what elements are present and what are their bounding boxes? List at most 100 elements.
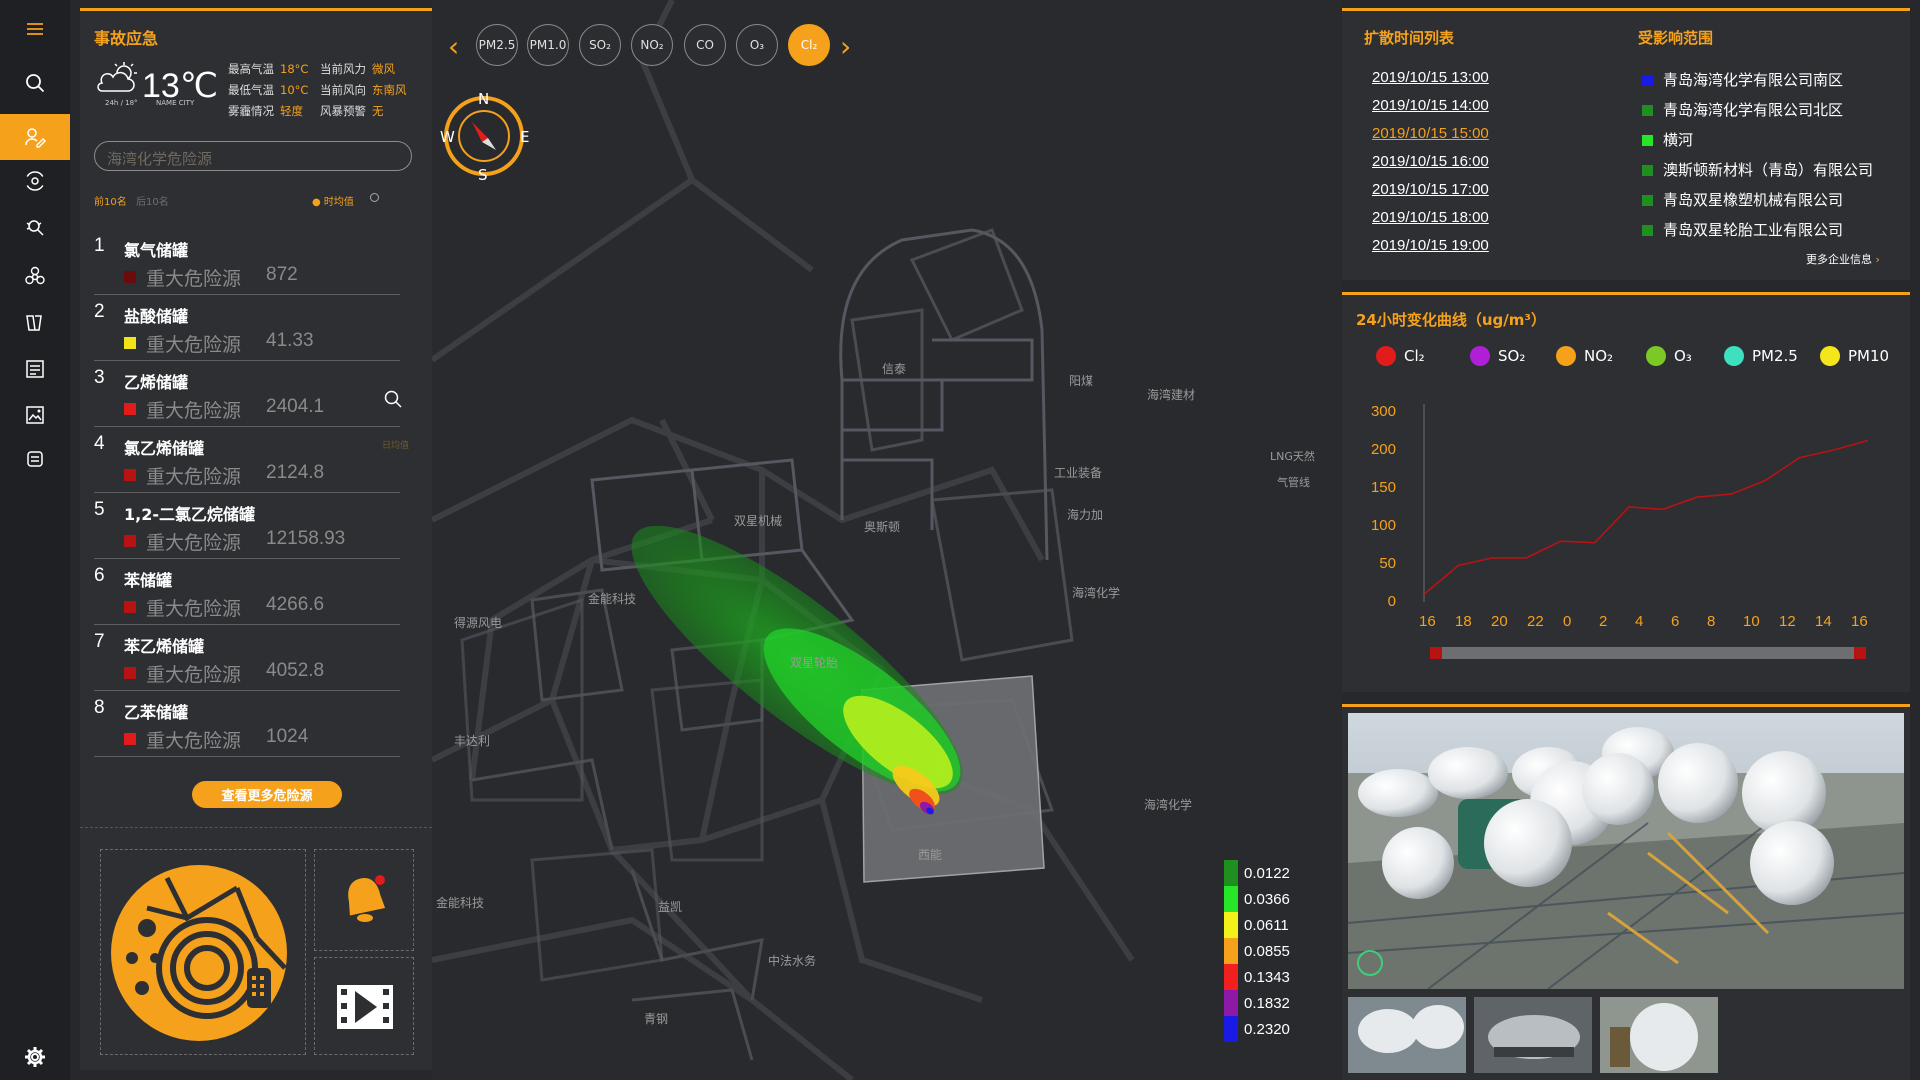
hazard-item[interactable]: 8 乙苯储罐 重大危险源 1024 [94, 691, 400, 757]
affected-company-item[interactable]: 青岛海湾化学有限公司南区 [1642, 69, 1843, 90]
legend-item[interactable]: SO₂ [1470, 346, 1525, 366]
weather-row: 雾霾情况 轻度 [228, 104, 303, 118]
legend-label: NO₂ [1584, 347, 1614, 365]
hazard-value: 2404.1 [266, 396, 325, 417]
slider-handle-right[interactable] [1854, 647, 1866, 659]
map-label: 双星轮胎 [790, 656, 839, 670]
search-icon[interactable] [383, 389, 403, 409]
affected-color-swatch [1642, 195, 1653, 206]
hazard-name: 苯乙烯储罐 [124, 637, 205, 656]
map-view[interactable]: 信泰 阳煤 海湾建材 工业装备 海力加 LNG天然 气管线 双星机械 奥斯顿 金… [432, 0, 1342, 1080]
scale-row: 0.0611 [1224, 912, 1306, 938]
pollutant-chip[interactable]: PM1.0 [527, 24, 569, 66]
hazard-item[interactable]: 7 苯乙烯储罐 重大危险源 4052.8 [94, 625, 400, 691]
affected-company-item[interactable]: 青岛双星轮胎工业有限公司 [1642, 219, 1843, 240]
next-arrow-icon[interactable]: › [840, 30, 851, 63]
legend-item[interactable]: NO₂ [1556, 346, 1613, 366]
list-icon[interactable] [0, 436, 70, 482]
diffusion-time-item[interactable]: 2019/10/15 16:00 [1372, 153, 1489, 170]
radar-scan-icon [111, 865, 287, 1041]
alarm-tool[interactable] [314, 849, 414, 951]
affected-company-item[interactable]: 澳斯顿新材料（青岛）有限公司 [1642, 159, 1873, 180]
slider-handle-left[interactable] [1430, 647, 1442, 659]
search-input[interactable]: 海湾化学危险源 [94, 141, 412, 171]
image-report-icon[interactable] [0, 392, 70, 438]
bell-icon [348, 875, 386, 922]
video-tool[interactable] [314, 957, 414, 1055]
hazard-value: 872 [266, 264, 298, 285]
map-label: 西能 [918, 848, 943, 862]
toggle-hourly[interactable]: ● 时均值 [312, 193, 354, 208]
pollutant-chip[interactable]: O₃ [736, 24, 778, 66]
tab-bottom10[interactable]: 后10名 [136, 193, 169, 208]
more-companies-link[interactable]: 更多企业信息 › [1806, 251, 1880, 267]
search-icon[interactable] [0, 60, 70, 106]
diffusion-time-item[interactable]: 2019/10/15 14:00 [1372, 97, 1489, 114]
diffusion-time-item[interactable]: 2019/10/15 13:00 [1372, 69, 1489, 86]
biohazard-icon[interactable] [0, 254, 70, 300]
radiation-icon[interactable] [0, 158, 70, 204]
hazard-category: 重大危险源 [146, 730, 242, 752]
camera-thumb[interactable] [1348, 997, 1466, 1073]
pollutant-chip[interactable]: SO₂ [579, 24, 621, 66]
diffusion-time-item[interactable]: 2019/10/15 17:00 [1372, 181, 1489, 198]
hazard-rank: 4 [94, 433, 105, 454]
hazard-item[interactable]: 6 苯储罐 重大危险源 4266.6 [94, 559, 400, 625]
map-label: 丰达利 [454, 734, 491, 748]
legend-item[interactable]: PM10 [1820, 346, 1889, 366]
legend-item[interactable]: O₃ [1646, 346, 1692, 366]
affected-company-item[interactable]: 青岛海湾化学有限公司北区 [1642, 99, 1843, 120]
hazard-item[interactable]: 4 氯乙烯储罐 重大危险源 2124.8 [94, 427, 400, 493]
prev-arrow-icon[interactable]: ‹ [448, 30, 459, 63]
tab-top10[interactable]: 前10名 [94, 193, 127, 208]
bug-search-icon[interactable] [0, 204, 70, 250]
hazard-color-swatch [124, 337, 136, 349]
report-icon[interactable] [0, 346, 70, 392]
hazard-color-swatch [124, 403, 136, 415]
legend-item[interactable]: Cl₂ [1376, 346, 1425, 366]
city-name: NAME CITY [156, 99, 195, 107]
hazard-category: 重大危险源 [146, 598, 242, 620]
diffusion-time-item[interactable]: 2019/10/15 15:00 [1372, 125, 1489, 142]
pollutant-chip[interactable]: NO₂ [631, 24, 673, 66]
book-icon[interactable] [0, 300, 70, 346]
hazard-item[interactable]: 1 氯气储罐 重大危险源 872 [94, 229, 400, 295]
diffusion-time-item[interactable]: 2019/10/15 18:00 [1372, 209, 1489, 226]
affected-company-item[interactable]: 横河 [1642, 129, 1693, 150]
divider [80, 827, 432, 829]
hazard-name: 乙烯储罐 [124, 373, 189, 392]
pollutant-chip[interactable]: PM2.5 [476, 24, 518, 66]
camera-thumb[interactable] [1600, 997, 1718, 1073]
hazard-value: 12158.93 [266, 528, 346, 549]
hazard-item[interactable]: 2 盐酸储罐 重大危险源 41.33 [94, 295, 400, 361]
map-label: 工业装备 [1054, 466, 1103, 480]
toggle-radio-icon[interactable] [370, 193, 379, 202]
hazard-value: 4052.8 [266, 660, 325, 681]
person-edit-icon[interactable] [0, 114, 70, 160]
camera-thumb[interactable] [1474, 997, 1592, 1073]
hazard-category: 重大危险源 [146, 466, 242, 488]
plant-camera-image[interactable] [1348, 713, 1904, 989]
radar-tool[interactable] [100, 849, 306, 1055]
legend-item[interactable]: PM2.5 [1724, 346, 1798, 366]
weather-row: 风暴预警无 [320, 104, 384, 118]
affected-company-item[interactable]: 青岛双星橡塑机械有限公司 [1642, 189, 1843, 210]
weather-row: 最低气温 10°C [228, 83, 309, 97]
hazard-item[interactable]: 5 1,2-二氯乙烷储罐 重大危险源 12158.93 [94, 493, 400, 559]
settings-icon[interactable] [0, 1034, 70, 1080]
affected-color-swatch [1642, 105, 1653, 116]
hazard-category: 重大危险源 [146, 532, 242, 554]
menu-icon[interactable] [0, 6, 70, 52]
hazard-value: 2124.8 [266, 462, 325, 483]
pollutant-chip-active[interactable]: Cl₂ [788, 24, 830, 66]
more-hazards-button[interactable]: 查看更多危险源 [192, 781, 342, 808]
time-range-slider[interactable] [1430, 647, 1866, 659]
map-label: LNG天然 [1270, 450, 1315, 463]
pollutant-chip[interactable]: CO [684, 24, 726, 66]
map-label: 海湾化学 [1144, 798, 1193, 812]
diffusion-time-item[interactable]: 2019/10/15 19:00 [1372, 237, 1489, 254]
affected-color-swatch [1642, 225, 1653, 236]
diffusion-panel: 扩散时间列表 受影响范围 2019/10/15 13:00 2019/10/15 … [1342, 8, 1910, 280]
map-label: 得源风电 [454, 616, 503, 630]
hazard-item[interactable]: 3 乙烯储罐 重大危险源 2404.1 [94, 361, 400, 427]
